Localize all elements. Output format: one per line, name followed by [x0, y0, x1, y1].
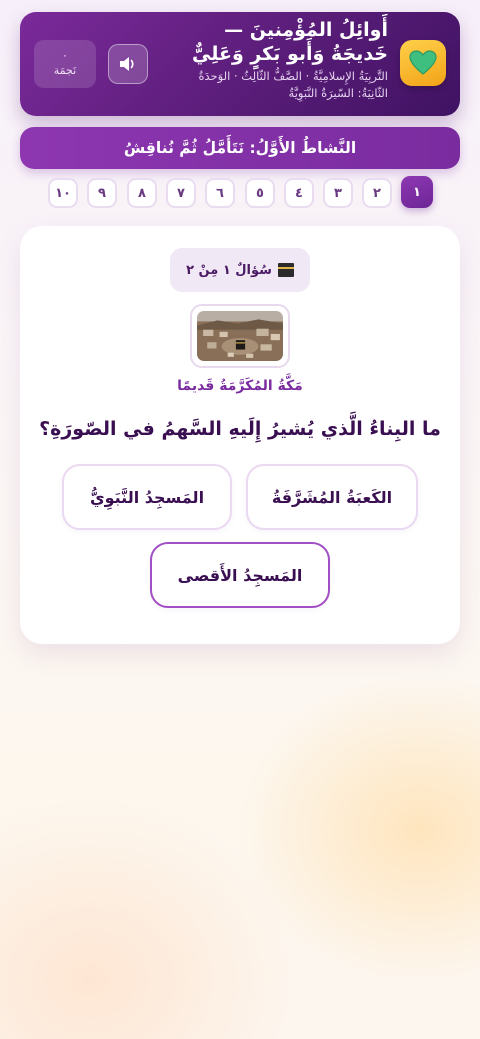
question-pill-5[interactable]: ٥ — [245, 178, 275, 208]
question-counter-badge: سُؤالٌ ١ مِنْ ٢ — [170, 248, 310, 292]
question-text: ما البِناءُ الَّذي يُشيرُ إِلَيهِ السَّه… — [39, 418, 441, 440]
question-pill-10[interactable]: ١٠ — [48, 178, 78, 208]
stars-count: ٠ — [62, 49, 68, 62]
question-image[interactable] — [190, 304, 290, 368]
green-heart-icon — [409, 50, 437, 75]
stars-label: نَجمَة — [53, 64, 77, 77]
question-navigator: ١ ٢ ٣ ٤ ٥ ٦ ٧ ٨ ٩ ١٠ — [0, 176, 480, 212]
image-caption: مَكَّةُ المُكَرَّمَةُ قَديمًا — [177, 378, 303, 394]
old-mecca-photo — [197, 311, 283, 361]
lesson-subtitle: التَّربِيَةُ الإِسلامِيَّةُ · الصَّفُّ ا… — [198, 69, 389, 100]
answer-option-3[interactable]: المَسجِدُ الأَقصى — [150, 542, 330, 608]
question-pill-1[interactable]: ١ — [401, 176, 433, 208]
speaker-icon — [120, 57, 134, 71]
question-pill-4[interactable]: ٤ — [284, 178, 314, 208]
question-counter: سُؤالٌ ١ مِنْ ٢ — [186, 262, 272, 278]
lesson-header: أَوائِلُ المُؤْمِنينَ — خَديجَةُ وَأَبو … — [20, 12, 460, 116]
answer-option-1[interactable]: الكَعبَةُ المُشَرَّفَةُ — [246, 464, 418, 530]
answer-option-2[interactable]: المَسجِدُ النَّبَوِيُّ — [62, 464, 232, 530]
app-icon — [400, 40, 446, 86]
stars-counter: ٠ نَجمَة — [34, 40, 96, 88]
question-pill-3[interactable]: ٣ — [323, 178, 353, 208]
sound-button[interactable] — [108, 44, 148, 84]
question-pill-2[interactable]: ٢ — [362, 178, 392, 208]
question-pill-6[interactable]: ٦ — [205, 178, 235, 208]
question-pill-8[interactable]: ٨ — [127, 178, 157, 208]
activity-title: النَّشاطُ الأَوَّلُ: نَتَأَمَّلُ ثُمَّ ن… — [20, 127, 460, 169]
question-pill-9[interactable]: ٩ — [87, 178, 117, 208]
question-pill-7[interactable]: ٧ — [166, 178, 196, 208]
question-card: سُؤالٌ ١ مِنْ ٢ مَكَّةُ المُكَرَّمَةُ قَ… — [20, 226, 460, 644]
lesson-title: أَوائِلُ المُؤْمِنينَ — خَديجَةُ وَأَبو … — [191, 19, 388, 65]
kaaba-icon — [277, 263, 294, 277]
